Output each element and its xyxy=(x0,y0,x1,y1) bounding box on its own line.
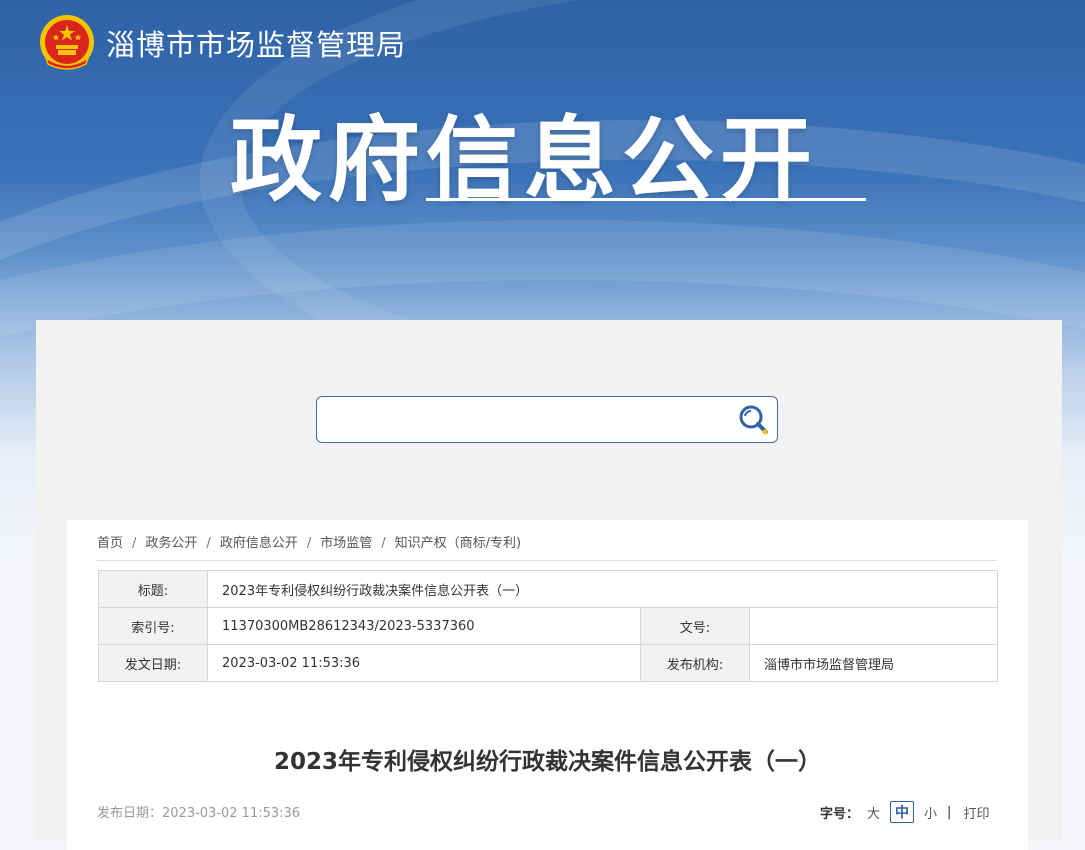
docno-value xyxy=(749,607,998,645)
font-size-medium[interactable]: 中 xyxy=(890,801,915,823)
search-box[interactable] xyxy=(316,396,778,443)
breadcrumb: 首页 / 政务公开 / 政府信息公开 / 市场监管 / 知识产权（商标/专利) xyxy=(97,536,522,551)
index-value: 11370300MB28612343/2023-5337360 xyxy=(207,607,641,645)
org-label: 发布机构: xyxy=(640,644,750,682)
publish-date: 发布日期：2023-03-02 11:53:36 xyxy=(97,806,301,821)
org-value: 淄博市市场监督管理局 xyxy=(749,644,998,682)
article-title: 2023年专利侵权纠纷行政裁决案件信息公开表（一） xyxy=(273,749,821,775)
date-label: 发文日期: xyxy=(98,644,208,682)
font-size-label: 字号： xyxy=(820,806,860,822)
search-input[interactable] xyxy=(325,403,729,437)
breadcrumb-gov-affairs[interactable]: 政务公开 xyxy=(145,536,197,551)
font-size-control: 字号： 大 中 小 | 打印 xyxy=(820,801,999,823)
font-size-large[interactable]: 大 xyxy=(867,803,880,822)
table-row: 发文日期: 2023-03-02 11:53:36 发布机构: 淄博市市场监督管… xyxy=(98,644,998,682)
divider: | xyxy=(947,804,952,820)
main-panel: 首页 / 政务公开 / 政府信息公开 / 市场监管 / 知识产权（商标/专利) 标题: 2023… xyxy=(36,320,1062,850)
docno-label: 文号: xyxy=(640,607,750,645)
title-label: 标题: xyxy=(98,570,208,608)
info-table: 标题: 2023年专利侵权纠纷行政裁决案件信息公开表（一） 索引号: 11370… xyxy=(98,570,998,682)
divider xyxy=(97,560,997,561)
table-row: 标题: 2023年专利侵权纠纷行政裁决案件信息公开表（一） xyxy=(98,570,998,608)
table-row: 索引号: 11370300MB28612343/2023-5337360 文号: xyxy=(98,607,998,645)
date-value: 2023-03-02 11:53:36 xyxy=(207,644,641,682)
print-button[interactable]: 打印 xyxy=(963,803,989,822)
site-header[interactable]: 淄博市市场监督管理局 xyxy=(36,12,406,74)
breadcrumb-info-disclosure[interactable]: 政府信息公开 xyxy=(220,536,298,551)
site-name[interactable]: 淄博市市场监督管理局 xyxy=(106,22,406,64)
national-emblem-icon xyxy=(40,15,94,70)
article-content: 首页 / 政务公开 / 政府信息公开 / 市场监管 / 知识产权（商标/专利) 标题: 2023… xyxy=(67,520,1028,850)
breadcrumb-ip[interactable]: 知识产权（商标/专利) xyxy=(395,536,521,551)
breadcrumb-home[interactable]: 首页 xyxy=(97,536,123,551)
search-icon[interactable] xyxy=(737,403,771,437)
font-size-small[interactable]: 小 xyxy=(924,803,937,822)
breadcrumb-market-supervision[interactable]: 市场监管 xyxy=(320,536,372,551)
title-value: 2023年专利侵权纠纷行政裁决案件信息公开表（一） xyxy=(207,570,998,608)
index-label: 索引号: xyxy=(98,607,208,645)
banner-underline xyxy=(426,198,866,201)
